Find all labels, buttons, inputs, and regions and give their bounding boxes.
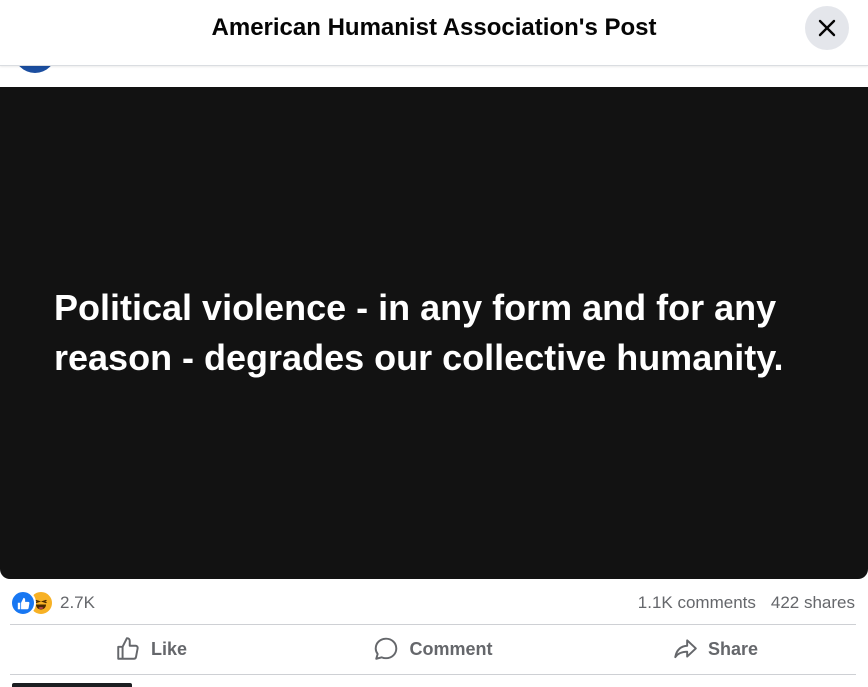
post-image-text: Political violence - in any form and for…	[54, 287, 784, 378]
shares-count[interactable]: 422 shares	[771, 593, 855, 613]
divider	[10, 674, 856, 675]
share-icon	[674, 639, 697, 659]
dialog-title: American Humanist Association's Post	[211, 14, 657, 41]
comments-count[interactable]: 1.1K comments	[638, 593, 756, 613]
post-actions-bar: Like Comment Share	[10, 625, 856, 673]
post-author-row	[0, 65, 868, 87]
thumbs-up-icon	[117, 637, 139, 660]
like-label: Like	[150, 638, 188, 659]
like-button[interactable]: Like	[10, 625, 292, 673]
avatar[interactable]	[14, 65, 56, 73]
post-dialog-header: American Humanist Association's Post	[0, 0, 868, 66]
reaction-count[interactable]: 2.7K	[60, 593, 95, 613]
comment-icon	[375, 637, 398, 660]
share-label: Share	[707, 638, 759, 659]
comment-label: Comment	[409, 638, 493, 659]
comments-section-peek	[0, 683, 868, 687]
close-icon	[818, 19, 836, 37]
share-button[interactable]: Share	[574, 625, 856, 673]
comment-button[interactable]: Comment	[292, 625, 574, 673]
post-stats: 1.1K comments 422 shares	[638, 589, 855, 617]
post-image[interactable]: Political violence - in any form and for…	[0, 87, 868, 579]
like-reaction-icon	[10, 590, 36, 616]
reactions-summary[interactable]: 2.7K	[10, 589, 95, 617]
close-button[interactable]	[805, 6, 849, 50]
